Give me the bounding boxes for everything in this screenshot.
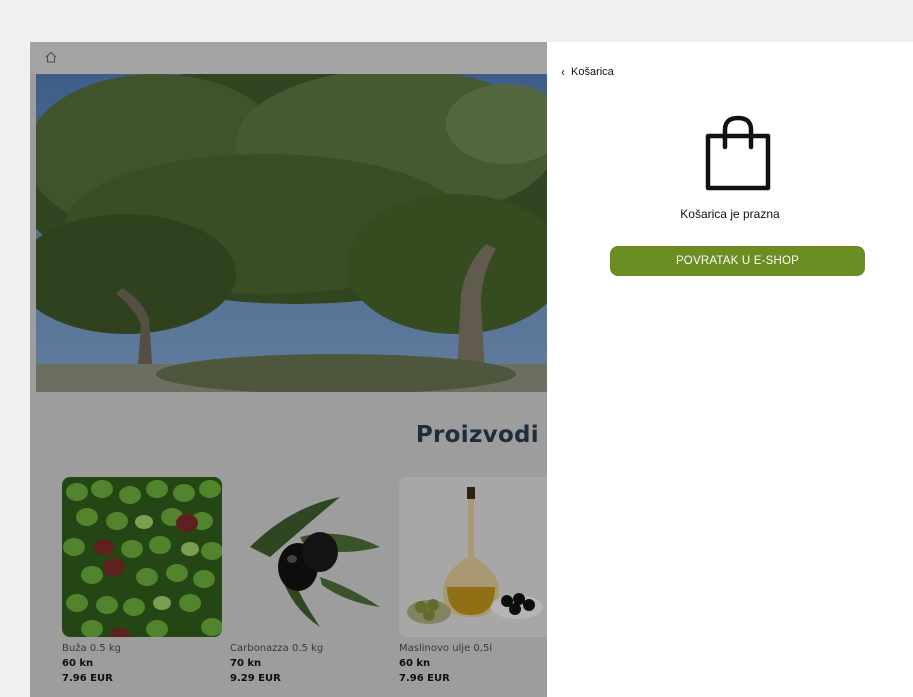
hero-image-olive-trees <box>36 74 547 392</box>
product-image-black-olives[interactable] <box>230 477 390 637</box>
product-price-kn: 70 kn <box>230 658 262 669</box>
product-price-eur: 7.96 EUR <box>399 673 450 684</box>
product-price-eur: 9.29 EUR <box>230 673 281 684</box>
product-price-kn: 60 kn <box>62 658 94 669</box>
app-frame: Proizvodi Buža 0.5 kg 60 kn 7.96 EUR Car… <box>30 42 913 697</box>
product-image-olive-oil[interactable] <box>399 477 547 637</box>
site-topbar <box>30 42 547 74</box>
cart-back-button[interactable]: ‹ Košarica <box>561 66 614 78</box>
product-price-eur: 7.96 EUR <box>62 673 113 684</box>
cart-drawer: ‹ Košarica Košarica je prazna POVRATAK U… <box>547 42 913 697</box>
section-title: Proizvodi <box>415 422 539 448</box>
cart-title: Košarica <box>571 66 614 78</box>
empty-cart-message: Košarica je prazna <box>680 207 780 221</box>
product-name[interactable]: Buža 0.5 kg <box>62 643 222 654</box>
shopping-bag-icon <box>705 115 771 191</box>
product-price-kn: 60 kn <box>399 658 431 669</box>
product-image-green-olives[interactable] <box>62 477 222 637</box>
chevron-left-icon: ‹ <box>561 65 565 79</box>
home-icon[interactable] <box>44 50 58 64</box>
product-name[interactable]: Maslinovo ulje 0,5l <box>399 643 547 654</box>
product-name[interactable]: Carbonazza 0.5 kg <box>230 643 390 654</box>
shop-page-background: Proizvodi Buža 0.5 kg 60 kn 7.96 EUR Car… <box>30 42 547 697</box>
product-card[interactable]: Carbonazza 0.5 kg 70 kn 9.29 EUR <box>230 477 390 684</box>
product-card[interactable]: Maslinovo ulje 0,5l 60 kn 7.96 EUR <box>399 477 547 684</box>
return-to-shop-button[interactable]: POVRATAK U E-SHOP <box>610 246 865 276</box>
product-card[interactable]: Buža 0.5 kg 60 kn 7.96 EUR <box>62 477 222 684</box>
